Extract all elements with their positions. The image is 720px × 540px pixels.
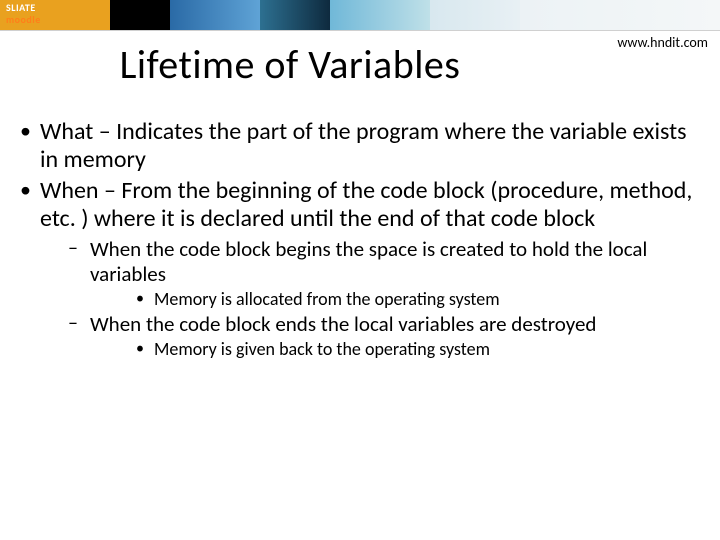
bullet-text: Memory is allocated from the operating s… [154,288,500,310]
bullet-sublist: When the code block begins the space is … [40,237,706,360]
bullet-item: Memory is given back to the operating sy… [96,339,706,361]
brand-logo: SLIATE moodle [6,2,41,26]
bullet-text: When – From the beginning of the code bl… [40,176,692,233]
slide-body: What – Indicates the part of the program… [14,118,706,363]
slide-title: Lifetime of Variables [0,40,650,89]
bullet-text: When the code block begins the space is … [90,236,647,287]
bullet-subsublist: Memory is given back to the operating sy… [90,339,706,361]
bullet-item: What – Indicates the part of the program… [14,118,706,175]
bullet-text: When the code block ends the local varia… [90,311,596,337]
bullet-subsublist: Memory is allocated from the operating s… [90,289,706,311]
bullet-item: When – From the beginning of the code bl… [14,177,706,361]
bullet-list: What – Indicates the part of the program… [14,118,706,361]
slide: SLIATE moodle www.hndit.com Lifetime of … [0,0,720,540]
banner-image: SLIATE moodle [0,0,720,31]
bullet-text: Memory is given back to the operating sy… [154,338,490,360]
bullet-item: When the code block ends the local varia… [46,312,706,360]
bullet-item: Memory is allocated from the operating s… [96,289,706,311]
bullet-item: When the code block begins the space is … [46,237,706,310]
bullet-text: What – Indicates the part of the program… [40,117,687,174]
brand-line2: moodle [6,13,41,26]
